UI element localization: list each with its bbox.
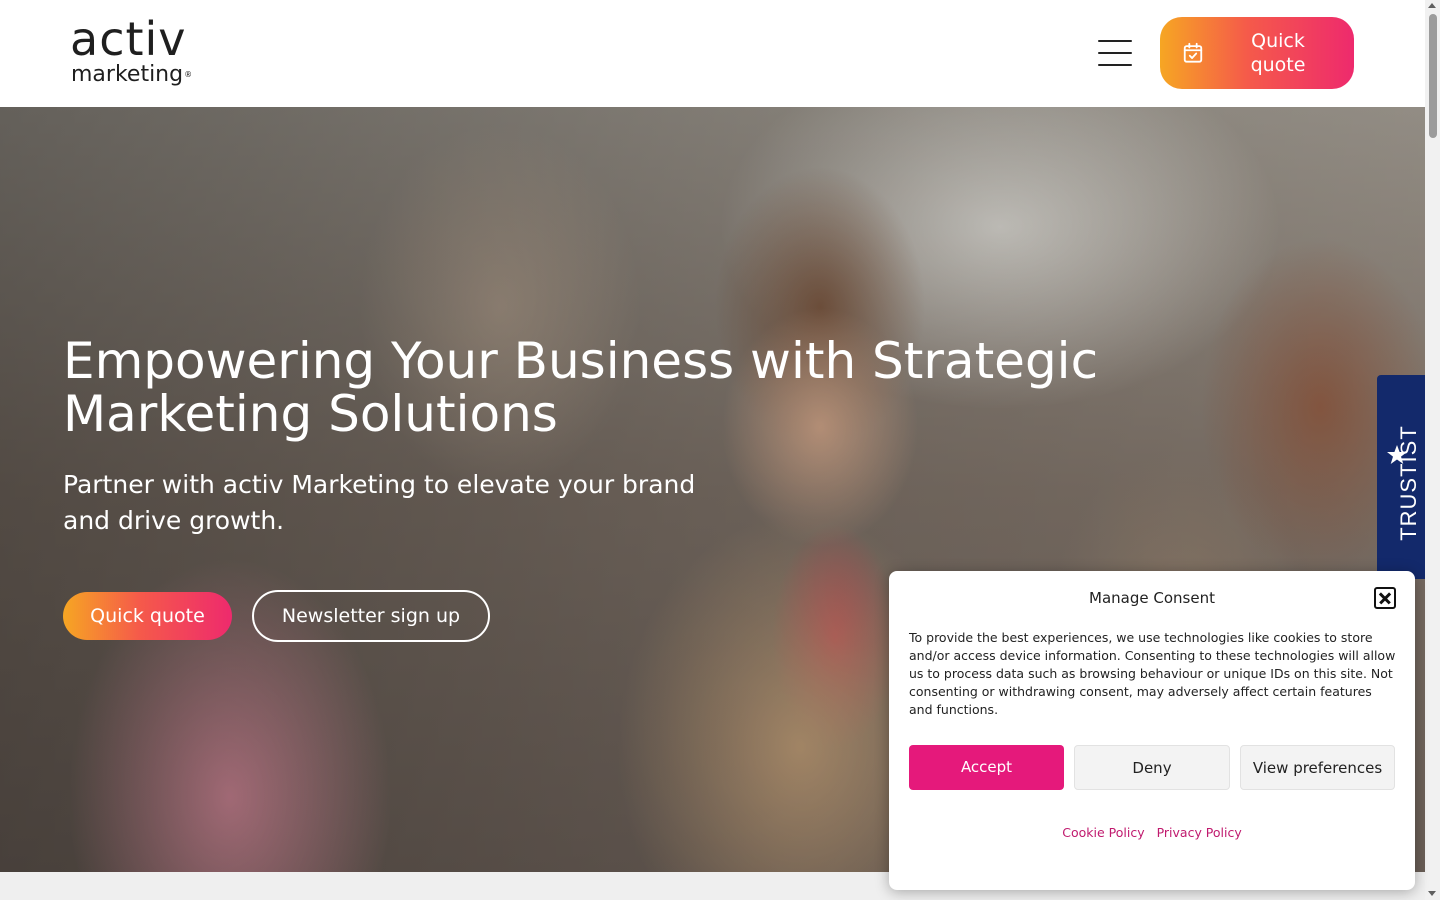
calendar-check-icon <box>1183 42 1203 63</box>
hamburger-menu-icon[interactable] <box>1098 38 1132 68</box>
scroll-up-arrow-icon[interactable] <box>1428 3 1436 8</box>
consent-body: To provide the best experiences, we use … <box>909 630 1396 717</box>
trustist-badge[interactable]: TRUSTIST <box>1377 375 1425 579</box>
hamburger-line <box>1098 52 1132 54</box>
view-preferences-button[interactable]: View preferences <box>1240 745 1395 790</box>
scroll-down-arrow-icon[interactable] <box>1428 891 1436 896</box>
logo[interactable]: activ marketing® <box>70 16 210 92</box>
hero-title: Empowering Your Business with Strategic … <box>63 332 1099 443</box>
registered-mark: ® <box>184 70 193 79</box>
trustist-label: TRUSTIST <box>1396 425 1421 541</box>
page: activ marketing® Quick quote Empowering … <box>0 0 1440 900</box>
logo-wordmark: activ <box>70 12 187 66</box>
cookie-policy-link[interactable]: Cookie Policy <box>1062 825 1144 840</box>
hamburger-line <box>1098 64 1132 66</box>
newsletter-signup-button[interactable]: Newsletter sign up <box>252 590 490 642</box>
site-header: activ marketing® Quick quote <box>0 0 1425 107</box>
consent-links: Cookie Policy Privacy Policy <box>889 825 1415 840</box>
deny-button[interactable]: Deny <box>1074 745 1230 790</box>
consent-title: Manage Consent <box>1089 589 1215 607</box>
logo-tagline: marketing® <box>71 63 192 87</box>
consent-dialog: Manage Consent To provide the best exper… <box>889 571 1415 890</box>
header-quick-quote-button[interactable]: Quick quote <box>1160 17 1354 89</box>
hamburger-line <box>1098 40 1132 42</box>
page-scrollbar[interactable] <box>1425 0 1440 900</box>
close-icon[interactable] <box>1374 587 1396 609</box>
hero-quick-quote-button[interactable]: Quick quote <box>63 592 232 640</box>
scrollbar-thumb[interactable] <box>1429 14 1437 138</box>
accept-button[interactable]: Accept <box>909 745 1064 790</box>
logo-tagline-text: marketing <box>71 62 184 87</box>
header-quick-quote-label: Quick quote <box>1250 30 1306 76</box>
hero-subtitle: Partner with activ Marketing to elevate … <box>63 470 696 535</box>
privacy-policy-link[interactable]: Privacy Policy <box>1157 825 1242 840</box>
